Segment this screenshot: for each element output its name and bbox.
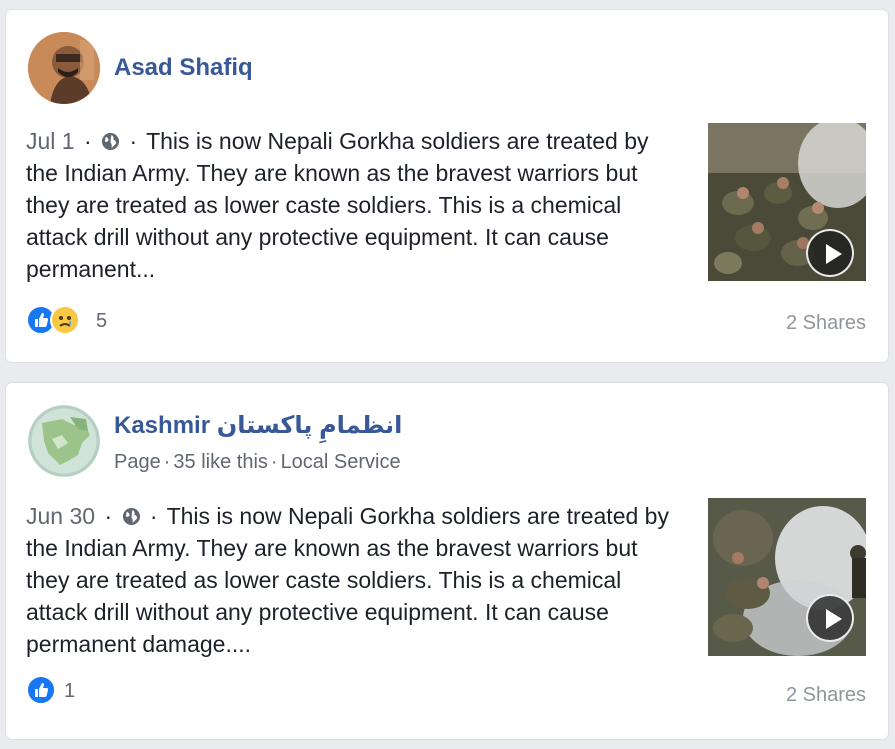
page-type: Page	[114, 451, 161, 473]
post-body: This is now Nepali Gorkha soldiers are t…	[26, 503, 669, 657]
post-date[interactable]: Jun 30	[26, 503, 95, 529]
globe-icon	[101, 127, 120, 151]
post-card: Asad Shafiq Jul 1 · · This is now Nepali…	[6, 10, 888, 362]
separator: ·	[270, 451, 278, 473]
author-avatar[interactable]	[28, 32, 100, 104]
separator: ·	[83, 128, 92, 154]
reactions[interactable]: 1	[26, 675, 96, 707]
separator: ·	[129, 128, 138, 154]
like-icon[interactable]	[26, 675, 56, 705]
author-avatar[interactable]	[28, 405, 100, 477]
reaction-count[interactable]: 5	[96, 310, 107, 333]
post-body: This is now Nepali Gorkha soldiers are t…	[26, 128, 649, 282]
separator: ·	[163, 451, 171, 473]
post-text: Jun 30 · · This is now Nepali Gorkha sol…	[26, 500, 686, 660]
sad-icon[interactable]	[50, 305, 80, 335]
separator: ·	[104, 503, 113, 529]
globe-icon	[122, 502, 141, 526]
play-icon[interactable]	[806, 229, 854, 277]
post-card: Kashmir انظمامِ پاکستان Page · 35 like thi…	[6, 383, 888, 739]
post-text: Jul 1 · · This is now Nepali Gorkha sold…	[26, 125, 686, 285]
page-meta: Page · 35 like this · Local Service	[114, 451, 401, 474]
reaction-count[interactable]: 1	[64, 680, 75, 703]
page-likes[interactable]: 35 like this	[173, 451, 268, 473]
reactions[interactable]: 5	[26, 305, 126, 337]
author-name[interactable]: Asad Shafiq	[114, 54, 253, 82]
shares-count[interactable]: 2 Shares	[786, 312, 866, 335]
video-thumbnail[interactable]	[708, 498, 866, 656]
post-date[interactable]: Jul 1	[26, 128, 75, 154]
page-category[interactable]: Local Service	[281, 451, 401, 473]
author-name[interactable]: Kashmir انظمامِ پاکستان	[114, 411, 402, 440]
separator: ·	[149, 503, 158, 529]
shares-count[interactable]: 2 Shares	[786, 684, 866, 707]
play-icon[interactable]	[806, 594, 854, 642]
video-thumbnail[interactable]	[708, 123, 866, 281]
